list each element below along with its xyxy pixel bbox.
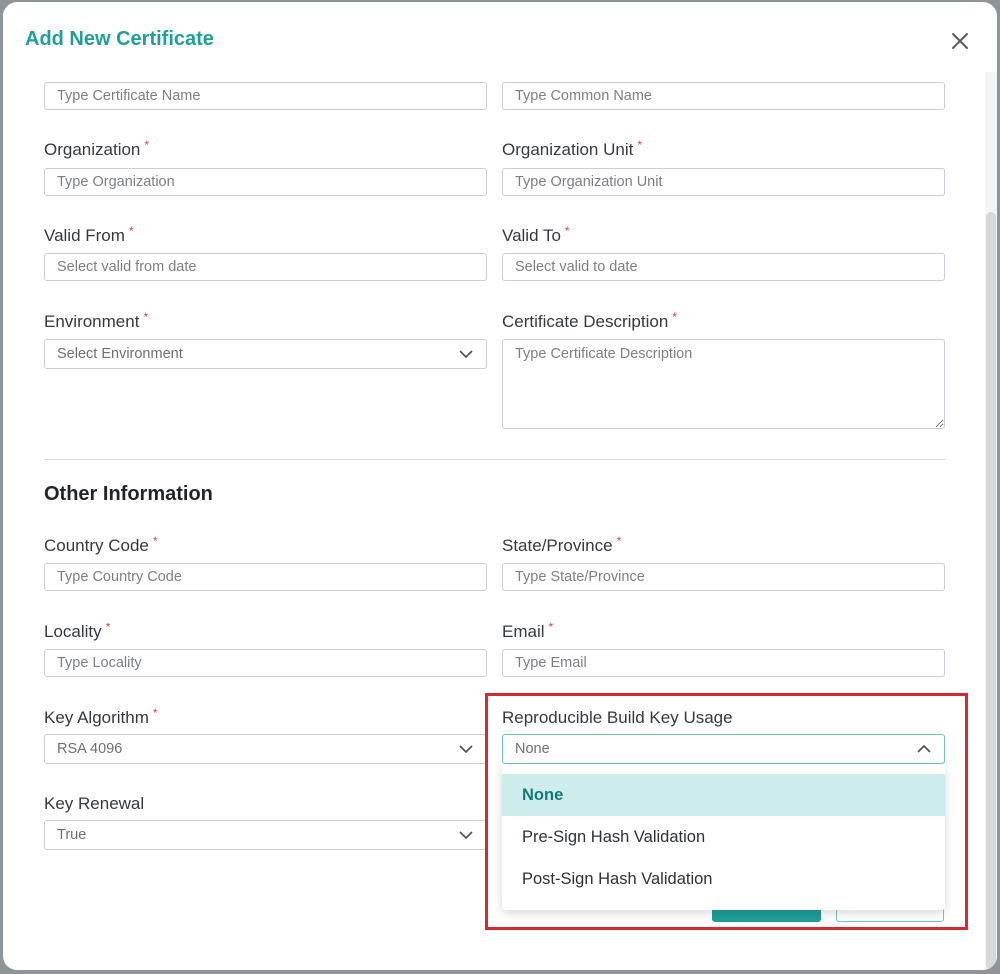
required-marker: * xyxy=(152,534,158,548)
scrollbar-thumb[interactable] xyxy=(986,212,996,970)
close-icon xyxy=(952,33,968,49)
state-province-label: State/Province * xyxy=(502,534,622,555)
section-divider xyxy=(44,459,945,460)
chevron-down-icon xyxy=(458,741,474,757)
locality-input[interactable] xyxy=(44,649,487,677)
environment-label: Environment * xyxy=(44,310,149,331)
key-renewal-value: True xyxy=(57,827,87,843)
dropdown-option-post-sign[interactable]: Post-Sign Hash Validation xyxy=(502,858,945,900)
reproducible-build-key-usage-label: Reproducible Build Key Usage xyxy=(502,708,733,727)
valid-from-input[interactable] xyxy=(44,253,487,281)
environment-select[interactable]: Select Environment xyxy=(44,339,487,369)
close-button[interactable] xyxy=(947,28,973,54)
required-marker: * xyxy=(143,310,149,324)
required-marker: * xyxy=(105,620,111,634)
key-renewal-select[interactable]: True xyxy=(44,820,487,850)
required-marker: * xyxy=(616,534,622,548)
organization-unit-input[interactable] xyxy=(502,168,945,196)
required-marker: * xyxy=(152,706,158,720)
locality-label: Locality * xyxy=(44,620,111,641)
key-algorithm-select[interactable]: RSA 4096 xyxy=(44,734,487,764)
certificate-name-input[interactable] xyxy=(44,82,487,110)
required-marker: * xyxy=(548,620,554,634)
chevron-down-icon xyxy=(458,827,474,843)
required-marker: * xyxy=(637,138,643,152)
key-usage-dropdown-menu: None Pre-Sign Hash Validation Post-Sign … xyxy=(502,764,945,910)
reproducible-build-key-usage-select[interactable]: None xyxy=(502,734,945,764)
dropdown-option-none[interactable]: None xyxy=(502,774,945,816)
country-code-input[interactable] xyxy=(44,563,487,591)
email-input[interactable] xyxy=(502,649,945,677)
required-marker: * xyxy=(672,310,677,324)
add-certificate-modal: Add New Certificate Organization* Organi… xyxy=(3,2,997,970)
chevron-up-icon xyxy=(916,741,932,757)
certificate-description-label: Certificate Description * xyxy=(502,310,677,331)
key-algorithm-value: RSA 4096 xyxy=(57,741,123,757)
required-marker: * xyxy=(564,224,570,238)
key-renewal-label: Key Renewal xyxy=(44,794,145,813)
common-name-input[interactable] xyxy=(502,82,945,110)
country-code-label: Country Code * xyxy=(44,534,158,555)
organization-input[interactable] xyxy=(44,168,487,196)
certificate-description-textarea[interactable] xyxy=(502,339,945,429)
modal-title: Add New Certificate xyxy=(25,28,214,50)
other-information-title: Other Information xyxy=(44,483,213,505)
valid-to-label: Valid To * xyxy=(502,224,570,245)
required-marker: * xyxy=(128,224,134,238)
organization-label: Organization * xyxy=(44,138,150,159)
chevron-down-icon xyxy=(458,346,474,362)
environment-select-value: Select Environment xyxy=(57,346,183,362)
email-label: Email * xyxy=(502,620,554,641)
reproducible-build-key-usage-value: None xyxy=(515,741,550,757)
valid-to-input[interactable] xyxy=(502,253,945,281)
key-algorithm-label: Key Algorithm * xyxy=(44,706,158,727)
valid-from-label: Valid From * xyxy=(44,224,134,245)
state-province-input[interactable] xyxy=(502,563,945,591)
organization-unit-label: Organization Unit * xyxy=(502,138,643,159)
required-marker: * xyxy=(144,138,150,152)
dropdown-option-pre-sign[interactable]: Pre-Sign Hash Validation xyxy=(502,816,945,858)
